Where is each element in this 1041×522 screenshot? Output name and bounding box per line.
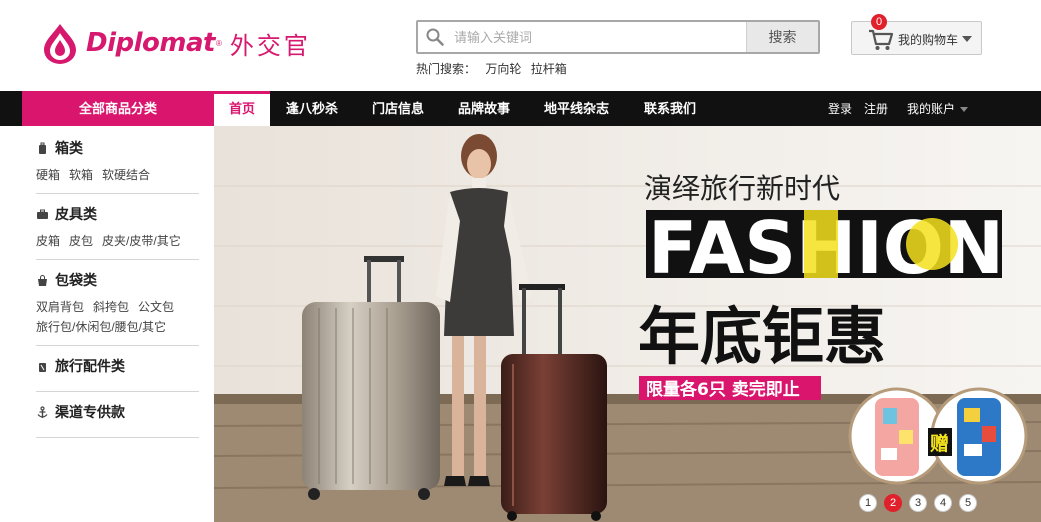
nav-item-flash-sale[interactable]: 逢八秒杀 — [286, 91, 338, 126]
accessory-icon — [39, 362, 46, 372]
category-title-text: 旅行配件类 — [55, 358, 125, 374]
category-title-text: 渠道专供款 — [55, 404, 125, 420]
category-title[interactable]: 箱类 — [36, 138, 199, 158]
anchor-icon — [37, 405, 48, 418]
category-leather-goods: 皮具类 皮箱 皮包 皮夹/皮带/其它 — [36, 204, 199, 260]
category-title-text: 皮具类 — [55, 206, 97, 222]
diplomat-logo-icon — [44, 24, 76, 64]
carousel-dot[interactable]: 1 — [859, 494, 877, 512]
gift-label: 赠 — [930, 432, 949, 455]
category-title[interactable]: 包袋类 — [36, 270, 199, 290]
banner-image: 演绎旅行新时代 FASHION 年底钜惠 限量各6只 卖完即止 赠 — [214, 126, 1041, 522]
nav-item-contact[interactable]: 联系我们 — [644, 91, 696, 126]
bag-icon — [38, 274, 47, 286]
category-title-text: 包袋类 — [55, 272, 97, 288]
account-label: 我的账户 — [907, 102, 956, 116]
category-link[interactable]: 斜挎包 — [93, 300, 129, 314]
category-suitcases: 箱类 硬箱 软箱 软硬结合 — [36, 138, 199, 194]
nav-item-magazine[interactable]: 地平线杂志 — [544, 91, 609, 126]
hot-search-label: 热门搜索： — [416, 62, 477, 76]
category-links: 皮箱 皮包 皮夹/皮带/其它 — [36, 231, 199, 251]
register-link[interactable]: 注册 — [864, 91, 888, 126]
chevron-down-icon — [960, 107, 969, 113]
category-title-text: 箱类 — [55, 140, 83, 156]
category-link[interactable]: 双肩背包 — [36, 300, 84, 314]
category-link[interactable]: 硬箱 — [36, 168, 60, 182]
category-link[interactable]: 公文包 — [138, 300, 174, 314]
banner-sale-title: 年底钜惠 — [638, 300, 886, 373]
nav-item-brand-story[interactable]: 品牌故事 — [458, 91, 510, 126]
category-channel-exclusive: 渠道专供款 — [36, 402, 199, 438]
search-icon — [426, 28, 444, 46]
brand-registered-mark: ® — [215, 38, 222, 48]
category-title[interactable]: 皮具类 — [36, 204, 199, 224]
login-link[interactable]: 登录 — [828, 91, 852, 126]
account-menu[interactable]: 我的账户 — [907, 91, 969, 126]
briefcase-icon — [37, 209, 48, 219]
banner-headline: 演绎旅行新时代 — [644, 172, 840, 205]
category-links: 双肩背包 斜挎包 公文包 旅行包/休闲包/腰包/其它 — [36, 297, 199, 337]
carousel-dot[interactable]: 3 — [909, 494, 927, 512]
search-button[interactable]: 搜索 — [746, 22, 818, 52]
category-sidebar: 箱类 硬箱 软箱 软硬结合 皮具类 皮箱 皮包 皮夹/皮带/其它 包袋类 双肩背包 斜挎包… — [22, 126, 214, 522]
cart-count-badge: 0 — [871, 14, 887, 30]
fashion-wordmark: FASHION — [646, 206, 1004, 290]
category-accessories: 旅行配件类 — [36, 356, 199, 392]
banner-limited-text: 限量各6只 卖完即止 — [646, 379, 800, 400]
nav-item-home[interactable]: 首页 — [214, 91, 270, 126]
category-link[interactable]: 软硬结合 — [102, 168, 150, 182]
hot-search: 热门搜索： 万向轮 拉杆箱 — [416, 60, 573, 77]
search-box: 搜索 — [416, 20, 820, 54]
hot-search-keyword[interactable]: 万向轮 — [485, 62, 521, 76]
category-link[interactable]: 旅行包/休闲包/腰包/其它 — [36, 320, 166, 334]
suitcase-icon — [39, 142, 46, 154]
nav-item-stores[interactable]: 门店信息 — [372, 91, 424, 126]
carousel-dot[interactable]: 4 — [934, 494, 952, 512]
brand-logo[interactable]: Diplomat ® 外交官 — [38, 20, 311, 66]
category-title[interactable]: 渠道专供款 — [36, 402, 199, 422]
cart-button[interactable]: 0 我的购物车 — [851, 14, 982, 55]
all-categories-button[interactable]: 全部商品分类 — [22, 91, 214, 126]
carousel-dot-active[interactable]: 2 — [884, 494, 902, 512]
site-header: Diplomat ® 外交官 搜索 热门搜索： 万向轮 拉杆箱 0 我的购物车 — [0, 0, 1041, 91]
category-link[interactable]: 皮夹/皮带/其它 — [102, 234, 181, 248]
search-input[interactable] — [454, 26, 754, 48]
chevron-down-icon — [962, 36, 972, 42]
category-bags: 包袋类 双肩背包 斜挎包 公文包 旅行包/休闲包/腰包/其它 — [36, 270, 199, 346]
category-link[interactable]: 皮包 — [69, 234, 93, 248]
category-link[interactable]: 软箱 — [69, 168, 93, 182]
category-links: 硬箱 软箱 软硬结合 — [36, 165, 199, 185]
main-nav: 全部商品分类 首页 逢八秒杀 门店信息 品牌故事 地平线杂志 联系我们 登录 注… — [0, 91, 1041, 126]
cart-label: 我的购物车 — [898, 33, 959, 47]
carousel-pager: 1 2 3 4 5 — [852, 494, 977, 512]
hot-search-keyword[interactable]: 拉杆箱 — [531, 62, 567, 76]
category-title[interactable]: 旅行配件类 — [36, 356, 199, 376]
brand-chinese-name: 外交官 — [229, 32, 311, 60]
hero-banner[interactable]: 演绎旅行新时代 FASHION 年底钜惠 限量各6只 卖完即止 赠 1 2 3 … — [214, 126, 1041, 522]
category-link[interactable]: 皮箱 — [36, 234, 60, 248]
brand-name: Diplomat — [86, 28, 215, 58]
carousel-dot[interactable]: 5 — [959, 494, 977, 512]
shopping-cart-icon — [869, 29, 894, 50]
